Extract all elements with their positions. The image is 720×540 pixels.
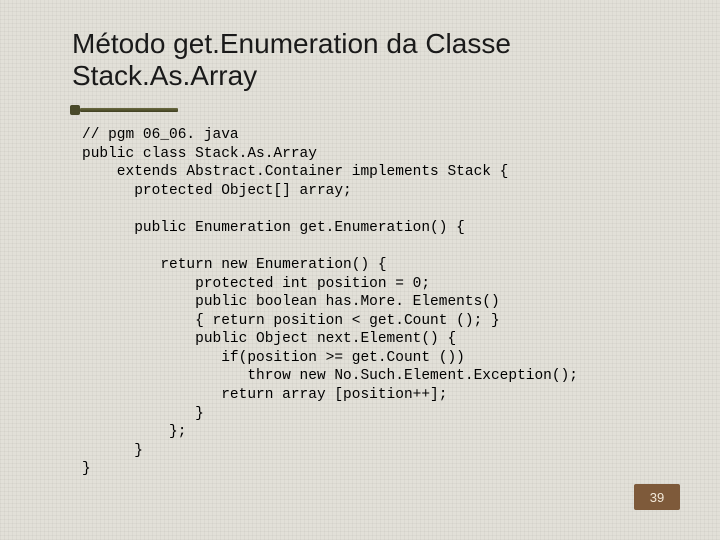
page-number-badge: 39 [634,484,680,510]
title-accent-bar [80,108,178,112]
code-block: // pgm 06_06. java public class Stack.As… [82,126,662,478]
slide-title: Método get.Enumeration da Classe Stack.A… [72,28,662,92]
